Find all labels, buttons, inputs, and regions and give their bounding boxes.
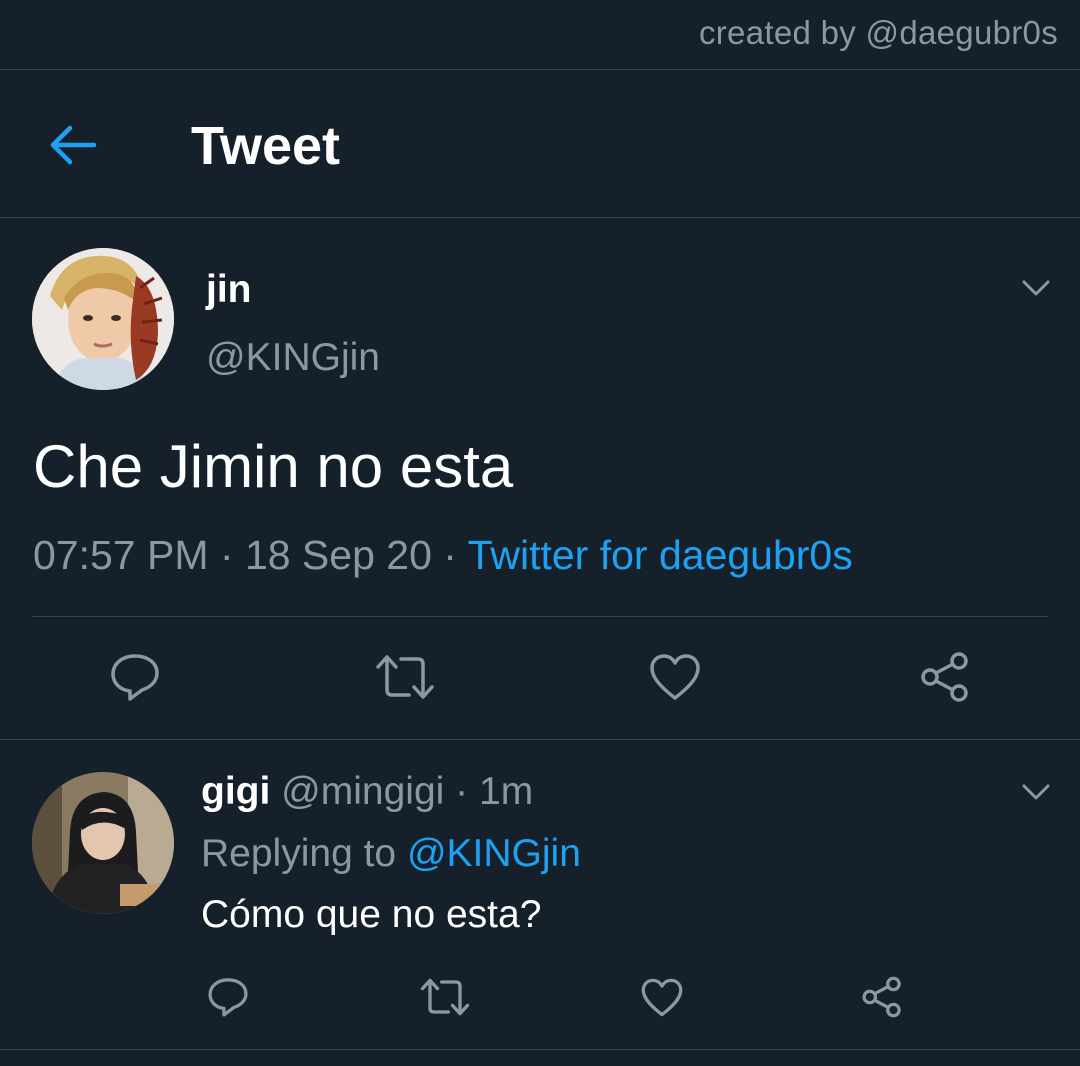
retweet-icon [376,655,434,699]
chevron-down-icon [1022,784,1050,800]
share-icon [862,976,901,1018]
retweet-button[interactable] [375,652,435,702]
like-button[interactable] [648,652,702,702]
heart-icon [650,654,700,700]
share-button[interactable] [918,650,972,704]
reply-age: 1m [479,770,534,813]
tweet-meta: 07:57 PM · 18 Sep 20 · Twitter for daegu… [33,532,853,579]
avatar-jin[interactable] [32,248,174,390]
reply-like-button[interactable] [640,977,684,1018]
tweet-divider [0,739,1080,740]
reply-reply-button[interactable] [206,976,250,1018]
replying-to: Replying to @KINGjin [201,832,581,876]
replying-to-mention[interactable]: @KINGjin [407,832,581,875]
tweet-date: 18 Sep 20 [244,532,432,578]
meta-separator: · [208,532,245,578]
back-button[interactable] [44,118,102,172]
meta-separator: · [431,532,468,578]
reply-author-name[interactable]: gigi [201,770,270,813]
reply-separator: · [444,770,479,813]
reply-header: gigi @mingigi · 1m [201,770,533,814]
watermark-credit: created by @daegubr0s [698,14,1058,51]
author-handle[interactable]: @KINGjin [206,336,380,380]
reply-button[interactable] [108,652,162,702]
meta-divider [32,616,1048,617]
retweet-icon [420,978,470,1016]
reply-icon [208,978,248,1017]
avatar-image [32,772,174,914]
avatar-gigi[interactable] [32,772,174,914]
author-name[interactable]: jin [206,268,252,312]
tweet-text: Che Jimin no esta [33,433,514,500]
header-divider [0,217,1080,218]
top-divider [0,69,1080,70]
tweet-time: 07:57 PM [33,532,209,578]
tweet-options-button[interactable] [1021,278,1051,298]
reply-retweet-button[interactable] [420,976,470,1018]
heart-icon [641,978,683,1017]
chevron-down-icon [1022,280,1050,296]
tweet-detail-screen: created by @daegubr0s Tweet jin @KINGjin [0,0,1080,1066]
reply-author-handle[interactable]: @mingigi [281,770,444,813]
bottom-divider [0,1049,1080,1050]
avatar-image [32,248,174,390]
tweet-source-link[interactable]: Twitter for daegubr0s [468,532,853,578]
reply-icon [111,654,159,701]
share-icon [921,652,968,702]
arrow-left-icon [50,125,97,165]
reply-text: Cómo que no esta? [201,893,542,936]
page-title: Tweet [191,116,341,176]
reply-options-button[interactable] [1021,782,1051,802]
replying-prefix: Replying to [201,832,407,875]
reply-share-button[interactable] [860,975,904,1019]
